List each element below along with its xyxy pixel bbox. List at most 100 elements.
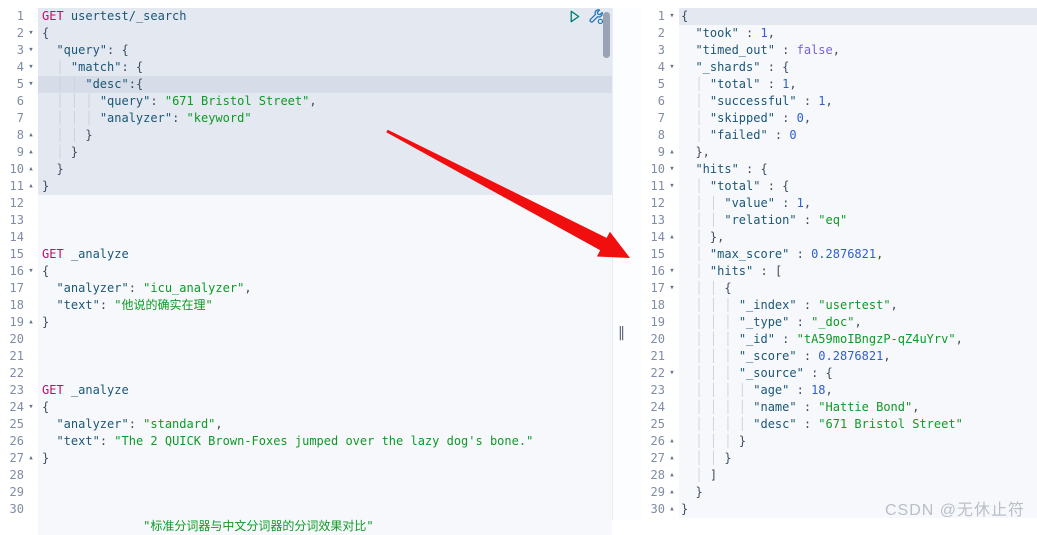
code-text[interactable]: "analyzer": "standard", [38, 416, 612, 433]
fold-toggle-icon[interactable]: ▾ [24, 76, 38, 93]
code-text[interactable] [38, 331, 612, 348]
code-text[interactable]: │ }, [679, 229, 1037, 246]
fold-toggle-icon[interactable]: ▴ [665, 144, 679, 161]
code-text[interactable]: │ ] [679, 467, 1037, 484]
code-text[interactable] [38, 195, 612, 212]
code-text[interactable]: "标准分词器与中文分词器的分词效果对比" [38, 518, 612, 535]
code-line[interactable]: 29 [0, 484, 612, 501]
fold-toggle-icon[interactable]: ▾ [24, 399, 38, 416]
code-text[interactable]: } [38, 314, 612, 331]
code-line[interactable]: 4 ▾ │ "match": { [0, 59, 612, 76]
code-line[interactable]: 15 GET _analyze [0, 246, 612, 263]
code-text[interactable]: │ "successful" : 1, [679, 93, 1037, 110]
fold-toggle-icon[interactable]: ▾ [24, 59, 38, 76]
fold-toggle-icon[interactable]: ▾ [24, 263, 38, 280]
code-line[interactable]: 13 [0, 212, 612, 229]
code-line[interactable]: 23 GET _analyze [0, 382, 612, 399]
code-text[interactable]: │ "total" : { [679, 178, 1037, 195]
fold-toggle-icon[interactable]: ▴ [665, 501, 679, 518]
code-line[interactable]: 7 │ │ │ "analyzer": "keyword" [0, 110, 612, 127]
code-line[interactable]: 22 [0, 365, 612, 382]
code-line[interactable]: 14 [0, 229, 612, 246]
code-text[interactable]: │ │ │ "_index" : "usertest", [679, 297, 1037, 314]
code-line[interactable]: 1 ▾{ [641, 8, 1037, 25]
fold-toggle-icon[interactable]: ▴ [665, 484, 679, 501]
code-line[interactable]: 20 │ │ │ "_id" : "tA59moIBngzP-qZ4uYrv", [641, 331, 1037, 348]
fold-toggle-icon[interactable]: ▾ [665, 263, 679, 280]
code-text[interactable]: │ │ } [38, 127, 612, 144]
code-line[interactable]: 22 ▾ │ │ │ "_source" : { [641, 365, 1037, 382]
request-editor[interactable]: 1 GET usertest/_search 2 ▾{3 ▾ "query": {4 ▾ … [0, 8, 612, 535]
code-line[interactable]: "标准分词器与中文分词器的分词效果对比" [0, 518, 612, 535]
code-line[interactable]: 19 │ │ │ "_type" : "_doc", [641, 314, 1037, 331]
code-text[interactable]: │ │ │ "_id" : "tA59moIBngzP-qZ4uYrv", [679, 331, 1037, 348]
code-text[interactable]: "hits" : { [679, 161, 1037, 178]
panel-splitter[interactable]: ‖ [612, 8, 641, 520]
code-line[interactable]: 1 GET usertest/_search [0, 8, 612, 25]
code-text[interactable]: "_shards" : { [679, 59, 1037, 76]
code-line[interactable]: 12 │ │ "value" : 1, [641, 195, 1037, 212]
request-options-button[interactable] [586, 9, 604, 27]
fold-toggle-icon[interactable]: ▾ [665, 178, 679, 195]
code-line[interactable]: 3 ▾ "query": { [0, 42, 612, 59]
code-line[interactable]: 6 │ │ │ "query": "671 Bristol Street", [0, 93, 612, 110]
code-line[interactable]: 15 │ "max_score" : 0.2876821, [641, 246, 1037, 263]
code-line[interactable]: 10 ▴ } [0, 161, 612, 178]
code-text[interactable]: "analyzer": "icu_analyzer", [38, 280, 612, 297]
code-line[interactable]: 25 │ │ │ │ "desc" : "671 Bristol Street" [641, 416, 1037, 433]
code-text[interactable]: { [38, 399, 612, 416]
code-text[interactable]: { [679, 8, 1037, 25]
code-text[interactable]: │ "max_score" : 0.2876821, [679, 246, 1037, 263]
code-line[interactable]: 14 ▴ │ }, [641, 229, 1037, 246]
code-text[interactable]: │ │ } [679, 450, 1037, 467]
code-text[interactable] [38, 501, 612, 518]
code-line[interactable]: 25 "analyzer": "standard", [0, 416, 612, 433]
code-line[interactable]: 2 "took" : 1, [641, 25, 1037, 42]
code-text[interactable]: GET usertest/_search [38, 8, 612, 25]
fold-toggle-icon[interactable]: ▴ [665, 467, 679, 484]
code-line[interactable]: 28 ▴ │ ] [641, 467, 1037, 484]
code-line[interactable]: 3 "timed_out" : false, [641, 42, 1037, 59]
code-line[interactable]: 19 ▴} [0, 314, 612, 331]
fold-toggle-icon[interactable]: ▴ [665, 433, 679, 450]
code-text[interactable]: │ │ │ } [679, 433, 1037, 450]
code-line[interactable]: 2 ▾{ [0, 25, 612, 42]
code-line[interactable]: 9 ▴ │ } [0, 144, 612, 161]
fold-toggle-icon[interactable]: ▴ [24, 161, 38, 178]
code-line[interactable]: 20 [0, 331, 612, 348]
code-text[interactable] [38, 229, 612, 246]
code-text[interactable]: { [38, 25, 612, 42]
code-line[interactable]: 8 ▴ │ │ } [0, 127, 612, 144]
code-text[interactable]: │ │ │ "_type" : "_doc", [679, 314, 1037, 331]
code-text[interactable] [38, 484, 612, 501]
code-line[interactable]: 26 ▴ │ │ │ } [641, 433, 1037, 450]
code-line[interactable]: 6 │ "successful" : 1, [641, 93, 1037, 110]
fold-toggle-icon[interactable]: ▾ [665, 365, 679, 382]
fold-toggle-icon[interactable]: ▴ [24, 314, 38, 331]
code-text[interactable]: │ "failed" : 0 [679, 127, 1037, 144]
code-line[interactable]: 10 ▾ "hits" : { [641, 161, 1037, 178]
code-line[interactable]: 16 ▾{ [0, 263, 612, 280]
code-line[interactable]: 27 ▴} [0, 450, 612, 467]
code-text[interactable]: "text": "他说的确实在理" [38, 297, 612, 314]
code-text[interactable]: } [38, 450, 612, 467]
code-text[interactable]: { [38, 263, 612, 280]
fold-toggle-icon[interactable]: ▾ [24, 25, 38, 42]
code-text[interactable]: │ │ │ │ "age" : 18, [679, 382, 1037, 399]
code-line[interactable]: 18 │ │ │ "_index" : "usertest", [641, 297, 1037, 314]
code-line[interactable]: 28 [0, 467, 612, 484]
code-line[interactable]: 17 "analyzer": "icu_analyzer", [0, 280, 612, 297]
code-line[interactable]: 23 │ │ │ │ "age" : 18, [641, 382, 1037, 399]
fold-toggle-icon[interactable]: ▾ [665, 280, 679, 297]
code-text[interactable]: }, [679, 144, 1037, 161]
code-line[interactable]: 24 ▾{ [0, 399, 612, 416]
code-text[interactable] [38, 212, 612, 229]
code-line[interactable]: 12 [0, 195, 612, 212]
fold-toggle-icon[interactable]: ▾ [665, 59, 679, 76]
code-line[interactable]: 4 ▾ "_shards" : { [641, 59, 1037, 76]
fold-toggle-icon[interactable]: ▾ [665, 161, 679, 178]
code-line[interactable]: 21 [0, 348, 612, 365]
code-text[interactable]: │ │ │ "_score" : 0.2876821, [679, 348, 1037, 365]
send-request-button[interactable] [565, 9, 583, 27]
code-line[interactable]: 24 │ │ │ │ "name" : "Hattie Bond", [641, 399, 1037, 416]
